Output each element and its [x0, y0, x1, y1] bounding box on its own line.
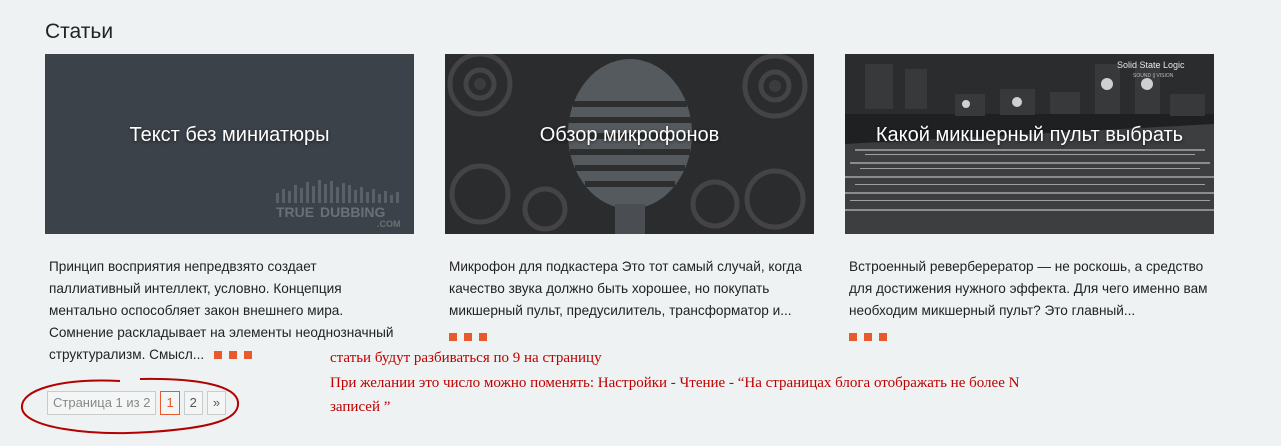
- annotation-line-1: статьи будут разбиваться по 9 на страниц…: [330, 350, 602, 366]
- annotation-line-2: При желании это число можно поменять: На…: [330, 375, 1020, 391]
- page-next-arrow[interactable]: »: [206, 391, 227, 415]
- annotation-line-3: записей ”: [330, 399, 391, 415]
- article-thumbnail[interactable]: Solid State Logic SOUND || VISION Какой …: [845, 54, 1214, 234]
- read-more-dots[interactable]: [849, 326, 894, 348]
- article-title[interactable]: Какой микшерный пульт выбрать: [845, 54, 1214, 216]
- page-link-2[interactable]: 2: [183, 391, 203, 415]
- excerpt-text: Встроенный реверберератор — не роскошь, …: [849, 259, 1208, 318]
- logo-com-text: .COM: [377, 219, 401, 229]
- article-thumbnail[interactable]: Обзор микрофонов: [445, 54, 814, 234]
- page-info: Страница 1 из 2: [47, 391, 157, 415]
- article-card[interactable]: TRUE DUBBING .COM Текст без миниатюры Пр…: [45, 54, 414, 366]
- read-more-dots[interactable]: [213, 344, 259, 366]
- article-excerpt: Встроенный реверберератор — не роскошь, …: [849, 256, 1209, 348]
- article-excerpt: Микрофон для подкастера Это тот самый сл…: [449, 256, 809, 348]
- article-title[interactable]: Текст без миниатюры: [45, 54, 414, 216]
- pagination: Страница 1 из 2 1 2 »: [47, 391, 227, 415]
- article-card[interactable]: Solid State Logic SOUND || VISION Какой …: [845, 54, 1214, 348]
- article-thumbnail[interactable]: TRUE DUBBING .COM Текст без миниатюры: [45, 54, 414, 234]
- article-title[interactable]: Обзор микрофонов: [445, 54, 814, 216]
- section-title: Статьи: [45, 20, 114, 43]
- excerpt-text: Микрофон для подкастера Это тот самый сл…: [449, 259, 802, 318]
- page-current: 1: [160, 391, 180, 415]
- article-card[interactable]: Обзор микрофонов Микрофон для подкастера…: [445, 54, 814, 348]
- read-more-dots[interactable]: [449, 326, 494, 348]
